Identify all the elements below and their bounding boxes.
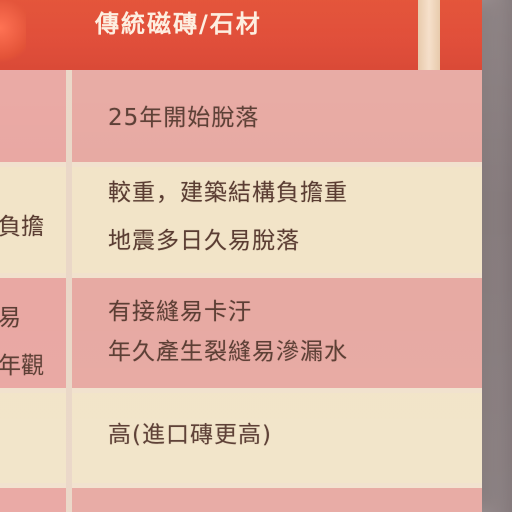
table-row-3: 易 年觀 有接縫易卡汙 年久產生裂縫易滲漏水 bbox=[0, 278, 482, 388]
table-row-1: 25年開始脫落 bbox=[0, 70, 482, 162]
row-4-label-cell bbox=[0, 393, 66, 483]
row-3-label-fragment-2: 年觀 bbox=[0, 353, 44, 379]
row-1-label-cell bbox=[0, 70, 66, 162]
row-3-label-fragment-1: 易 bbox=[0, 305, 21, 331]
table-row-2: 負擔 較重，建築結構負擔重 地震多日久易脫落 bbox=[0, 167, 482, 273]
row-5-value-cell bbox=[72, 488, 482, 512]
row-2-line-2: 地震多日久易脫落 bbox=[108, 228, 300, 254]
row-3-line-1: 有接縫易卡汙 bbox=[108, 299, 252, 325]
row-2-label-fragment: 負擔 bbox=[0, 214, 44, 240]
row-2-line-1: 較重，建築結構負擔重 bbox=[108, 180, 348, 206]
header-accent bbox=[0, 0, 26, 70]
table-row-5 bbox=[0, 488, 482, 512]
row-4-line-1: 高(進口磚更高) bbox=[108, 422, 272, 448]
photo-scene: 傳統磁磚/石材 25年開始脫落 負擔 較重，建築結構負擔重 地震多日久易脫落 易… bbox=[0, 0, 512, 512]
table-header: 傳統磁磚/石材 bbox=[0, 0, 482, 70]
table-row-4: 高(進口磚更高) bbox=[0, 393, 482, 483]
header-title: 傳統磁磚/石材 bbox=[95, 10, 262, 38]
column-divider bbox=[66, 70, 72, 512]
row-1-line-1: 25年開始脫落 bbox=[108, 105, 260, 131]
row-3-line-2: 年久產生裂縫易滲漏水 bbox=[108, 339, 348, 365]
comparison-board: 傳統磁磚/石材 25年開始脫落 負擔 較重，建築結構負擔重 地震多日久易脫落 易… bbox=[0, 0, 482, 512]
header-stripe bbox=[418, 0, 440, 70]
row-5-label-cell bbox=[0, 488, 66, 512]
